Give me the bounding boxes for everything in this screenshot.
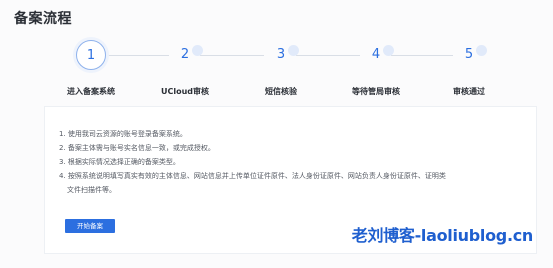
instruction-item: 文件扫描件等。 [67, 186, 116, 194]
step-4-circle: 4 [361, 40, 394, 70]
step-1-number: 1 [86, 48, 96, 63]
step-3-label: 短信核验 [265, 87, 297, 96]
step-3: 3 短信核验 [226, 40, 336, 97]
instruction-item: 4. 按照系统说明填写真实有效的主体信息、网站信息并上传单位证件原件、法人身份证… [59, 172, 446, 180]
step-1-circle: 1 [76, 40, 106, 70]
step-5-label: 审核通过 [453, 87, 485, 96]
instruction-item: 1. 使用我司云资源的账号登录备案系统。 [59, 130, 187, 138]
step-2-circle: 2 [170, 40, 203, 70]
instructions-list: 1. 使用我司云资源的账号登录备案系统。 2. 备案主体需与账号实名信息一致，或… [59, 127, 519, 197]
step-2-number: 2 [180, 47, 190, 62]
step-4-number: 4 [371, 47, 381, 62]
step-5: 5 审核通过 [414, 40, 524, 97]
step-2-decoration [192, 45, 203, 56]
step-5-decoration [476, 45, 487, 56]
step-5-circle: 5 [454, 40, 487, 70]
step-5-number: 5 [464, 47, 474, 62]
start-filing-button[interactable]: 开始备案 [65, 219, 115, 233]
instruction-item: 3. 根据实际情况选择正确的备案类型。 [59, 158, 180, 166]
page-title: 备案流程 [14, 11, 72, 27]
step-3-decoration [288, 45, 299, 56]
instruction-item: 2. 备案主体需与账号实名信息一致，或完成授权。 [59, 144, 215, 152]
step-4-decoration [383, 45, 394, 56]
step-2-label: UCloud审核 [160, 87, 210, 96]
step-3-number: 3 [276, 47, 286, 62]
step-3-circle: 3 [266, 40, 299, 70]
watermark-text: 老刘博客-laoliublog.cn [351, 226, 534, 245]
step-2: 2 UCloud审核 [130, 40, 240, 97]
steps-progress: 1 进入备案系统 2 UCloud审核 3 短信核验 4 等待管局审核 5 审核… [0, 40, 553, 100]
